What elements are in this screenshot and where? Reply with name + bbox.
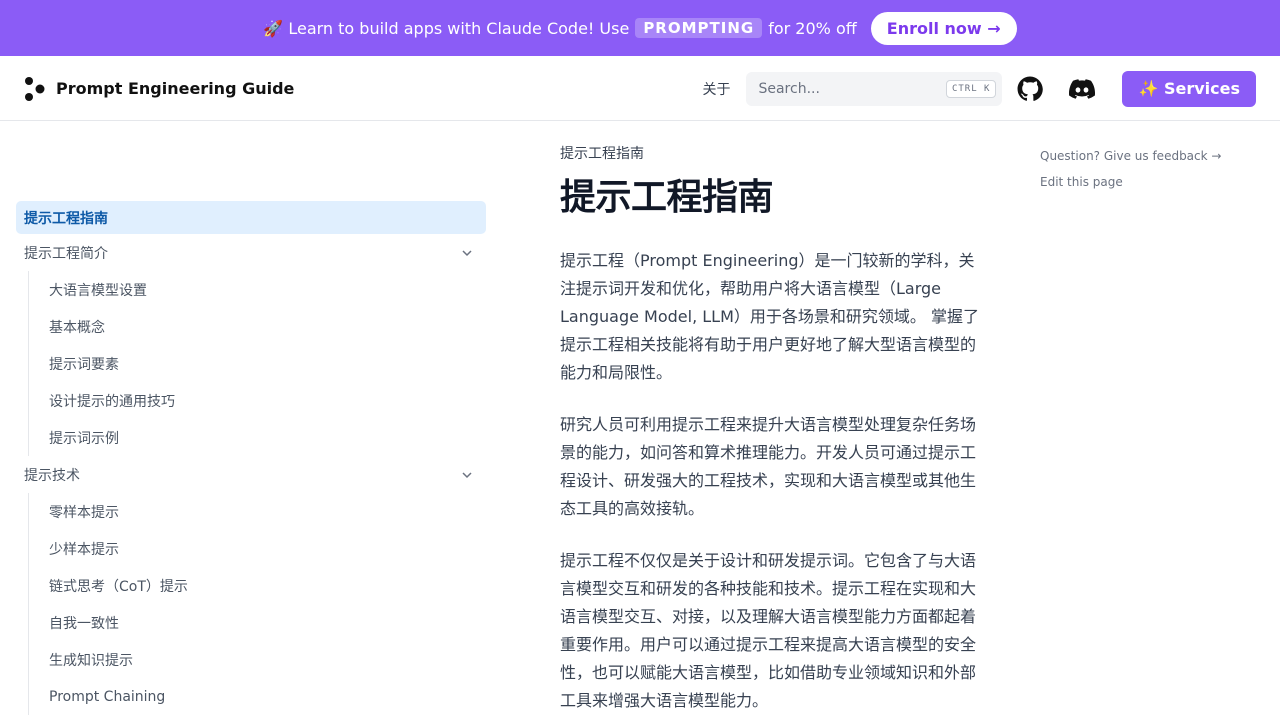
sidebar-item[interactable]: 少样本提示: [29, 530, 486, 567]
sidebar: 提示工程指南 提示工程简介 大语言模型设置 基本概念 提示词要素 设计提示的通用…: [16, 201, 486, 715]
page-title: 提示工程指南: [560, 177, 774, 218]
feedback-link[interactable]: Question? Give us feedback →: [1040, 143, 1221, 169]
github-link[interactable]: [1006, 72, 1054, 106]
discord-link[interactable]: [1058, 72, 1106, 106]
chevron-down-icon: [462, 471, 472, 478]
search-placeholder: Search...: [758, 80, 820, 97]
sidebar-item[interactable]: Prompt Chaining: [29, 678, 486, 715]
home-link[interactable]: Prompt Engineering Guide: [24, 76, 294, 102]
sidebar-section-intro[interactable]: 提示工程简介: [16, 234, 486, 271]
services-button[interactable]: ✨ Services: [1122, 70, 1256, 107]
search-input[interactable]: Search... CTRL K: [746, 71, 1003, 106]
sidebar-item[interactable]: 链式思考（CoT）提示: [29, 567, 486, 604]
main-content: 提示工程指南 提示工程指南 提示工程（Prompt Engineering）是一…: [560, 140, 980, 715]
sidebar-item[interactable]: 生成知识提示: [29, 641, 486, 678]
sidebar-item-guide[interactable]: 提示工程指南: [16, 201, 486, 234]
edit-page-link[interactable]: Edit this page: [1040, 169, 1221, 195]
sidebar-group-techniques: 零样本提示 少样本提示 链式思考（CoT）提示 自我一致性 生成知识提示 Pro…: [28, 493, 486, 715]
sidebar-section-label: 提示工程简介: [24, 245, 108, 262]
toc-sidebar: Question? Give us feedback → Edit this p…: [1040, 143, 1221, 195]
sidebar-item[interactable]: 大语言模型设置: [29, 271, 486, 308]
github-icon: [1018, 76, 1044, 101]
sidebar-item[interactable]: 自我一致性: [29, 604, 486, 641]
sidebar-section-techniques[interactable]: 提示技术: [16, 456, 486, 493]
paragraph: 研究人员可利用提示工程来提升大语言模型处理复杂任务场景的能力，如问答和算术推理能…: [560, 415, 977, 518]
sidebar-item[interactable]: 基本概念: [29, 308, 486, 345]
banner-text: 🚀 Learn to build apps with Claude Code! …: [263, 18, 630, 38]
paragraph: 提示工程（Prompt Engineering）是一门较新的学科，关注提示词开发…: [560, 251, 979, 382]
sidebar-section-label: 提示技术: [24, 467, 80, 484]
search-shortcut: CTRL K: [945, 79, 997, 98]
navbar: Prompt Engineering Guide 关于 Search... CT…: [0, 57, 1280, 121]
discord-icon: [1069, 78, 1096, 99]
paragraph: 提示工程不仅仅是关于设计和研发提示词。它包含了与大语言模型交互和研发的各种技能和…: [560, 551, 977, 710]
banner-suffix: for 20% off: [768, 18, 857, 38]
sidebar-group-intro: 大语言模型设置 基本概念 提示词要素 设计提示的通用技巧 提示词示例: [28, 271, 486, 456]
chevron-down-icon: [462, 249, 472, 256]
nav-about-link[interactable]: 关于: [702, 79, 730, 99]
enroll-button[interactable]: Enroll now →: [870, 11, 1017, 45]
logo-icon: [25, 76, 45, 101]
promo-code: PROMPTING: [635, 18, 763, 38]
promo-banner: 🚀 Learn to build apps with Claude Code! …: [0, 0, 1280, 56]
sidebar-item[interactable]: 提示词示例: [29, 419, 486, 456]
logo-text: Prompt Engineering Guide: [56, 79, 295, 98]
sidebar-item[interactable]: 提示词要素: [29, 345, 486, 382]
sidebar-item[interactable]: 设计提示的通用技巧: [29, 382, 486, 419]
sidebar-item[interactable]: 零样本提示: [29, 493, 486, 530]
breadcrumb[interactable]: 提示工程指南: [560, 140, 980, 166]
